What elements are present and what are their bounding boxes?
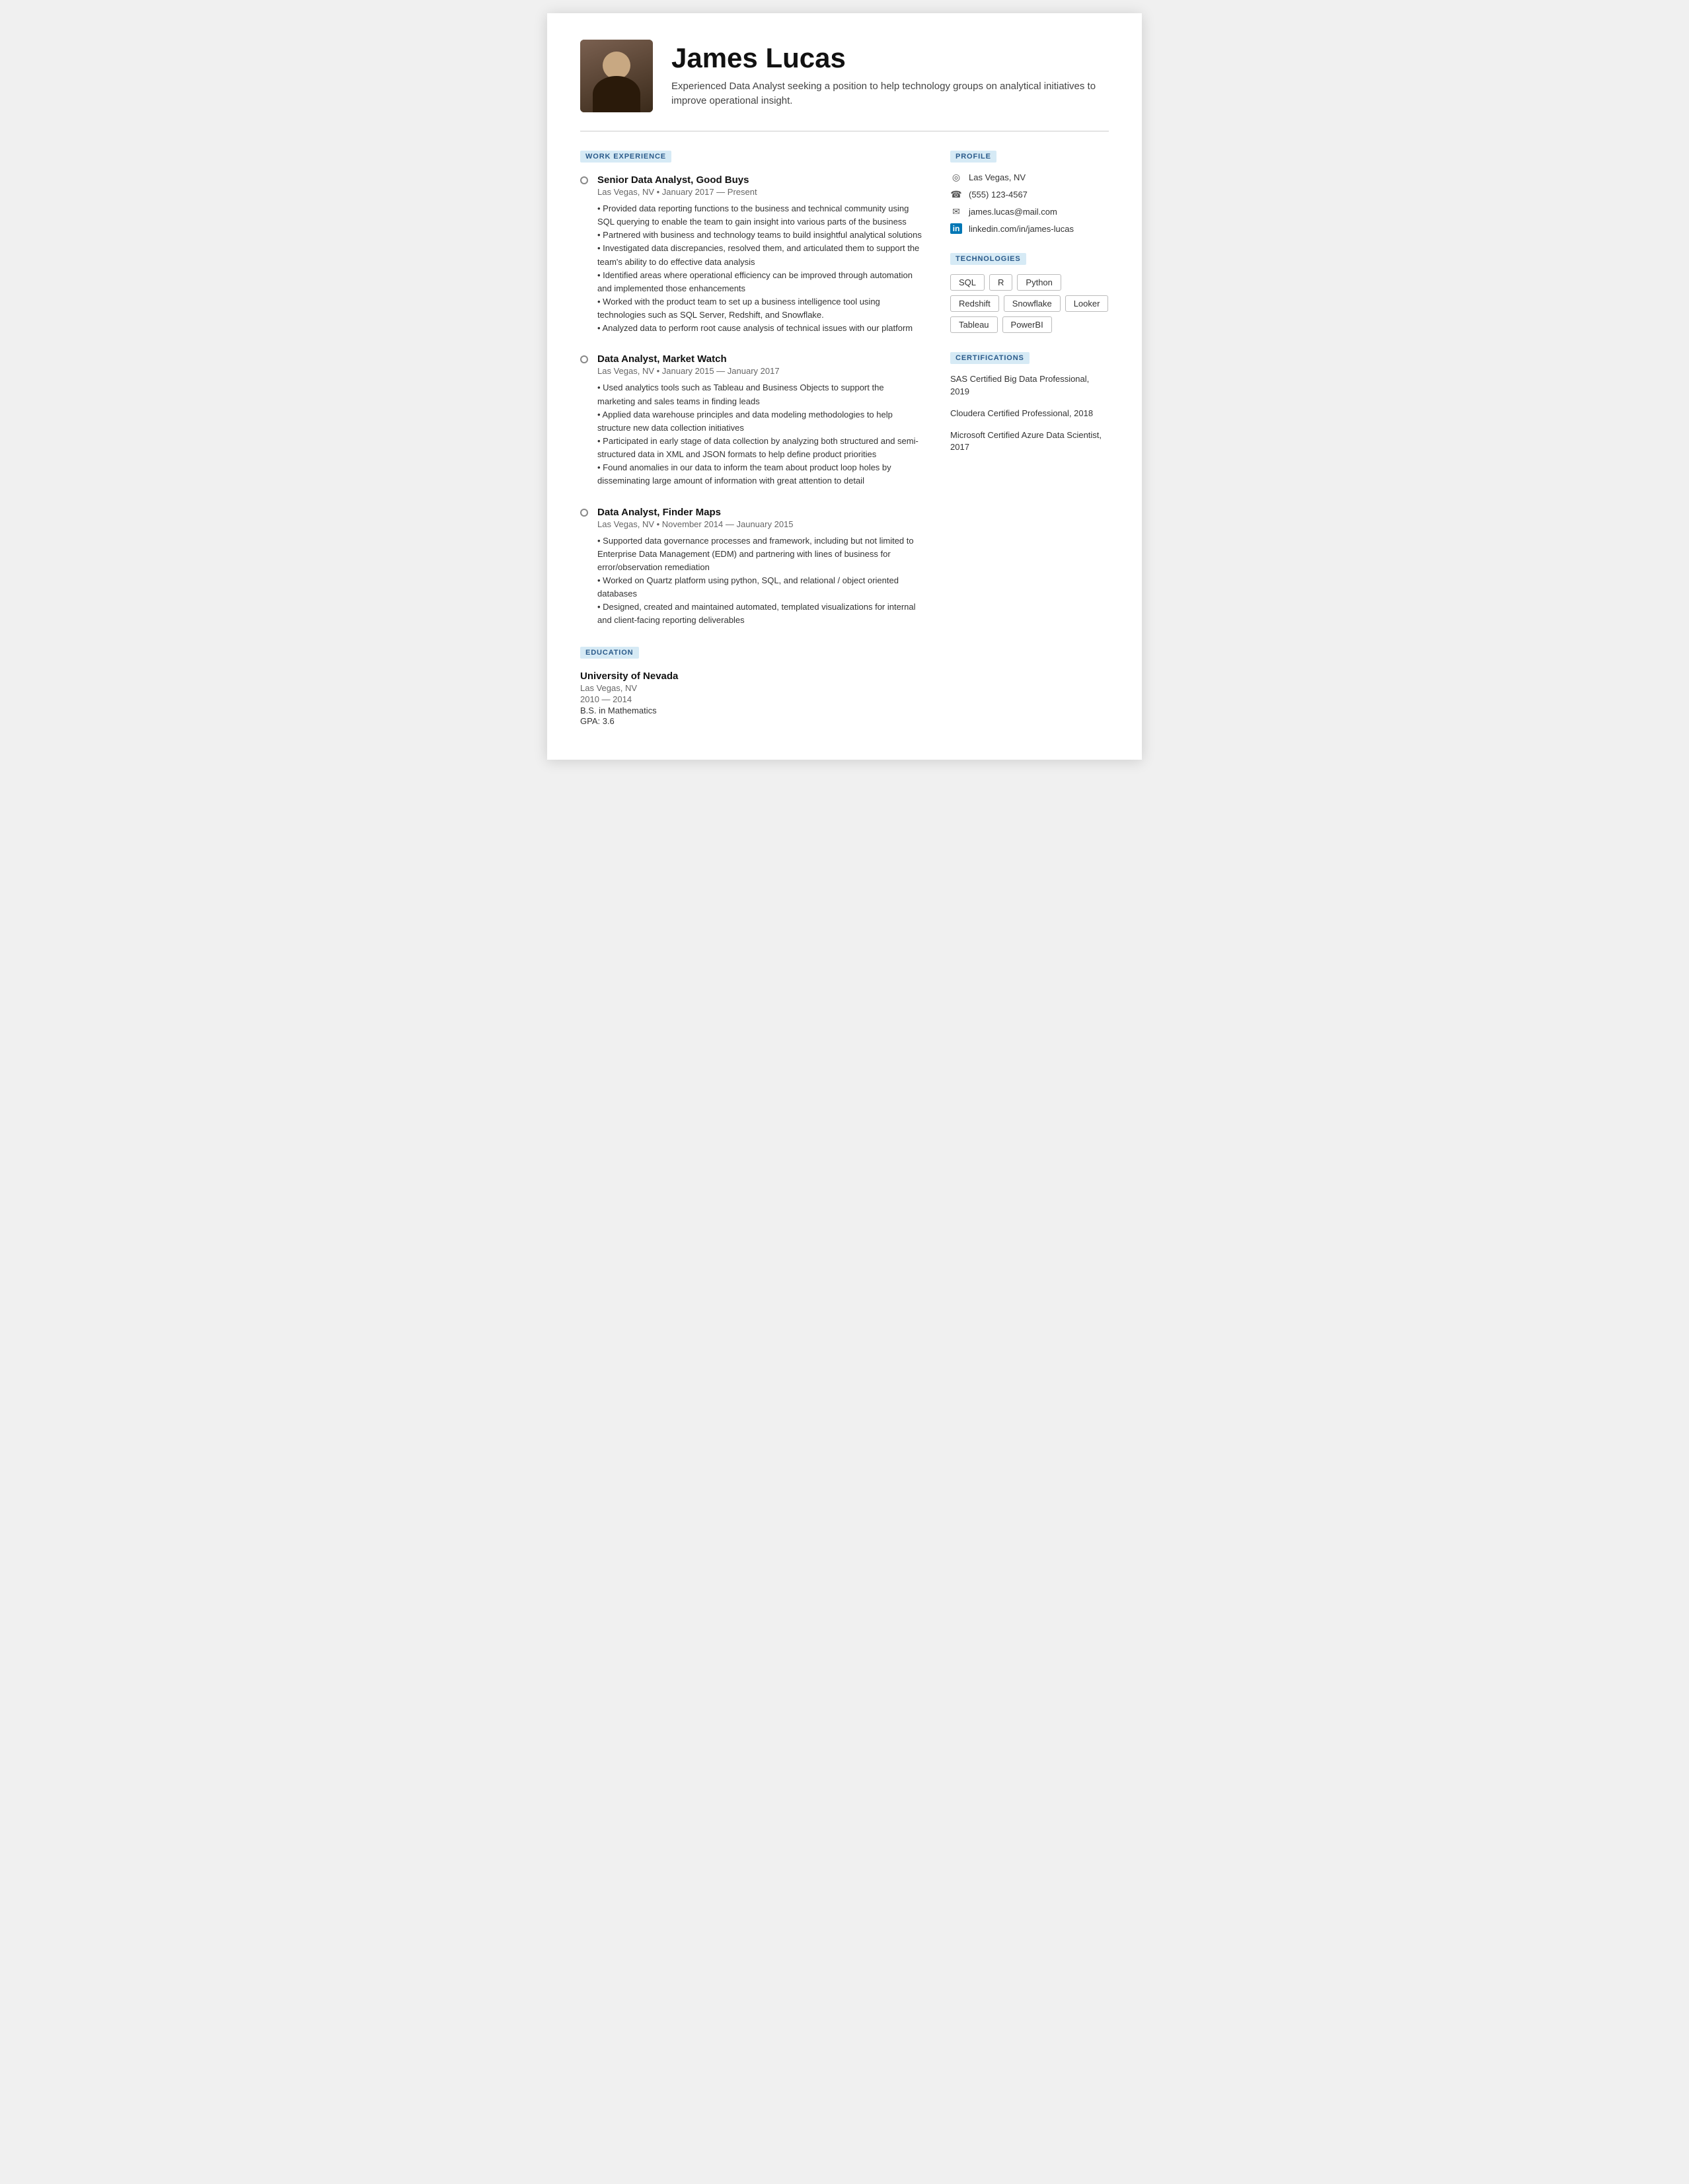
work-experience-label: WORK EXPERIENCE (580, 151, 671, 163)
phone-icon: ☎ (950, 189, 962, 200)
location-icon: ◎ (950, 172, 962, 183)
job-description: • Provided data reporting functions to t… (597, 202, 924, 335)
work-content: Senior Data Analyst, Good Buys Las Vegas… (597, 174, 924, 335)
candidate-subtitle: Experienced Data Analyst seeking a posit… (671, 79, 1109, 109)
linkedin-text: linkedin.com/in/james-lucas (969, 224, 1074, 234)
work-experience-section: WORK EXPERIENCE Senior Data Analyst, Goo… (580, 150, 924, 628)
work-item: Data Analyst, Market Watch Las Vegas, NV… (580, 353, 924, 488)
work-content: Data Analyst, Market Watch Las Vegas, NV… (597, 353, 924, 488)
cert-item: Microsoft Certified Azure Data Scientist… (950, 429, 1109, 455)
job-meta: Las Vegas, NV • November 2014 — Jaunuary… (597, 519, 924, 529)
school-location: Las Vegas, NV (580, 683, 924, 693)
school-name: University of Nevada (580, 671, 924, 682)
education-content: University of Nevada Las Vegas, NV 2010 … (580, 671, 924, 726)
job-description: • Used analytics tools such as Tableau a… (597, 381, 924, 488)
tech-tags-container: SQL R Python Redshift Snowflake Looker T… (950, 274, 1109, 333)
school-degree: B.S. in Mathematics (580, 706, 924, 715)
profile-location: ◎ Las Vegas, NV (950, 172, 1109, 183)
profile-phone: ☎ (555) 123-4567 (950, 189, 1109, 200)
email-text: james.lucas@mail.com (969, 207, 1057, 217)
tech-tag: Snowflake (1004, 295, 1061, 312)
technologies-label: TECHNOLOGIES (950, 253, 1026, 265)
profile-email: ✉ james.lucas@mail.com (950, 206, 1109, 217)
header-text: James Lucas Experienced Data Analyst see… (671, 43, 1109, 108)
technologies-section: TECHNOLOGIES SQL R Python Redshift Snowf… (950, 252, 1109, 333)
linkedin-icon: in (950, 223, 962, 234)
cert-item: SAS Certified Big Data Professional, 201… (950, 373, 1109, 398)
school-gpa: GPA: 3.6 (580, 716, 924, 726)
tech-tag: SQL (950, 274, 985, 291)
certifications-section: CERTIFICATIONS SAS Certified Big Data Pr… (950, 351, 1109, 454)
work-item: Senior Data Analyst, Good Buys Las Vegas… (580, 174, 924, 335)
tech-tag: Tableau (950, 316, 998, 333)
profile-section: PROFILE ◎ Las Vegas, NV ☎ (555) 123-4567… (950, 150, 1109, 234)
school-years: 2010 — 2014 (580, 694, 924, 704)
right-column: PROFILE ◎ Las Vegas, NV ☎ (555) 123-4567… (950, 150, 1109, 727)
bullet-circle (580, 355, 588, 363)
job-title: Senior Data Analyst, Good Buys (597, 174, 924, 186)
tech-tag: Python (1017, 274, 1061, 291)
phone-text: (555) 123-4567 (969, 190, 1028, 200)
candidate-name: James Lucas (671, 43, 1109, 73)
job-description: • Supported data governance processes an… (597, 534, 924, 628)
education-section: EDUCATION University of Nevada Las Vegas… (580, 646, 924, 726)
profile-linkedin: in linkedin.com/in/james-lucas (950, 223, 1109, 234)
header-section: James Lucas Experienced Data Analyst see… (580, 40, 1109, 112)
tech-tag: R (989, 274, 1012, 291)
work-content: Data Analyst, Finder Maps Las Vegas, NV … (597, 507, 924, 628)
bullet-circle (580, 509, 588, 517)
tech-tag: Looker (1065, 295, 1109, 312)
resume-document: James Lucas Experienced Data Analyst see… (547, 13, 1142, 760)
avatar (580, 40, 653, 112)
main-layout: WORK EXPERIENCE Senior Data Analyst, Goo… (580, 150, 1109, 727)
left-column: WORK EXPERIENCE Senior Data Analyst, Goo… (580, 150, 924, 727)
work-item: Data Analyst, Finder Maps Las Vegas, NV … (580, 507, 924, 628)
tech-tag: PowerBI (1002, 316, 1052, 333)
job-meta: Las Vegas, NV • January 2017 — Present (597, 187, 924, 197)
job-title: Data Analyst, Finder Maps (597, 507, 924, 518)
job-title: Data Analyst, Market Watch (597, 353, 924, 365)
education-label: EDUCATION (580, 647, 639, 659)
bullet-circle (580, 176, 588, 184)
profile-label: PROFILE (950, 151, 996, 163)
cert-item: Cloudera Certified Professional, 2018 (950, 408, 1109, 420)
email-icon: ✉ (950, 206, 962, 217)
location-text: Las Vegas, NV (969, 172, 1026, 182)
certifications-label: CERTIFICATIONS (950, 352, 1030, 364)
job-meta: Las Vegas, NV • January 2015 — January 2… (597, 366, 924, 376)
tech-tag: Redshift (950, 295, 999, 312)
